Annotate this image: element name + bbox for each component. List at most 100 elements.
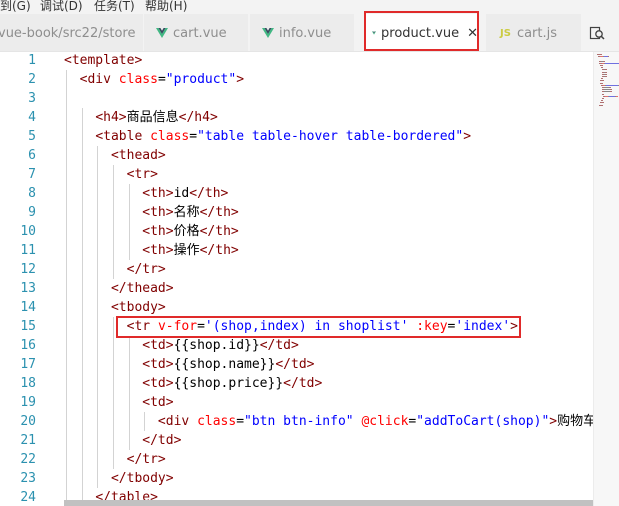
- code-token: =: [189, 129, 198, 144]
- line-number: 7: [28, 167, 36, 182]
- tab-info-vue[interactable]: info.vue: [250, 14, 355, 51]
- minimap-token: [602, 98, 605, 99]
- line-number: 10: [20, 224, 36, 239]
- code-token: >: [549, 414, 558, 429]
- tab-product-vue[interactable]: product.vue ✕: [364, 14, 478, 51]
- code-token: <div: [79, 72, 119, 87]
- menu-tasks[interactable]: 任务(T): [94, 0, 135, 13]
- code-line: <th>价格</th>: [64, 222, 239, 241]
- minimap[interactable]: [593, 52, 619, 506]
- line-number: 23: [20, 471, 36, 486]
- line-number: 6: [28, 148, 36, 163]
- tab-label: cart.vue: [173, 25, 227, 41]
- code-line: </thead>: [64, 279, 174, 298]
- horizontal-scrollbar[interactable]: [64, 500, 593, 506]
- code-token: id: [173, 186, 190, 201]
- line-number: 2: [28, 72, 36, 87]
- open-preview-button[interactable]: [585, 14, 609, 52]
- code-token: <td>: [142, 395, 174, 410]
- code-token: <tr: [126, 319, 158, 334]
- code-token: <template>: [64, 53, 143, 68]
- menu-debug[interactable]: 调试(D): [40, 0, 83, 13]
- code-token: =: [157, 72, 166, 87]
- code-line: <th>操作</th>: [64, 241, 238, 260]
- tab-label: product.vue: [381, 25, 460, 41]
- code-editor[interactable]: 1 2 3 4 5 6 7 8 9 10 11 12 13 14 15 16 17 18 19 20 21 22 23 24 …: [0, 52, 593, 506]
- code-token: >: [236, 72, 245, 87]
- line-number: 3: [28, 91, 36, 106]
- line-number: 19: [20, 395, 36, 410]
- code-token: </td>: [275, 357, 315, 372]
- code-token: :key: [416, 319, 448, 334]
- code-token: <table: [95, 129, 151, 144]
- code-token: 名称: [173, 205, 200, 220]
- code-token: <th>: [142, 205, 174, 220]
- code-line: <template>: [64, 52, 142, 70]
- code-token: =: [236, 414, 245, 429]
- code-token: <thead>: [110, 148, 166, 163]
- line-number: 17: [20, 357, 36, 372]
- line-number: 4: [28, 110, 36, 125]
- code-token: </tbody>: [110, 471, 174, 486]
- editor-tab-bar: vue-book/src22/store cart.vue info.vue p…: [0, 14, 619, 52]
- tab-cart-vue[interactable]: cart.vue: [144, 14, 249, 51]
- code-token: "btn btn-info": [244, 414, 354, 429]
- menu-help[interactable]: 帮助(H): [145, 0, 187, 13]
- minimap-token: [604, 76, 608, 77]
- line-number: 14: [20, 300, 36, 315]
- close-icon[interactable]: ✕: [467, 26, 478, 41]
- minimap-token: [607, 56, 609, 58]
- code-line: <th>id</th>: [64, 184, 228, 203]
- tab-store[interactable]: vue-book/src22/store: [0, 14, 144, 51]
- minimap-token: [601, 100, 604, 102]
- code-token: {{shop.price}}: [173, 376, 284, 391]
- minimap-token: [602, 60, 605, 62]
- code-token: </th>: [199, 224, 239, 239]
- code-line: <div class="btn btn-info" @click="addToC…: [64, 412, 593, 431]
- minimap-token: [602, 93, 604, 95]
- minimap-token: [609, 89, 612, 91]
- code-line: </td>: [64, 431, 181, 450]
- minimap-token: [610, 91, 613, 93]
- minimap-token: [597, 54, 602, 55]
- code-token: </tr>: [126, 262, 166, 277]
- code-token: <th>: [142, 243, 174, 258]
- tab-cart-js[interactable]: JS cart.js: [486, 14, 582, 51]
- minimap-token: [604, 69, 608, 71]
- line-number: 13: [20, 281, 36, 296]
- minimap-token: [600, 82, 604, 84]
- minimap-token: [604, 73, 608, 75]
- code-token: >: [510, 319, 518, 334]
- code-area[interactable]: <template> <div class="product"> <h4>商品信…: [64, 52, 593, 506]
- code-token: </td>: [142, 433, 182, 448]
- tab-label: vue-book/src22/store: [0, 25, 136, 41]
- code-token: <th>: [142, 186, 174, 201]
- minimap-token: [604, 71, 608, 73]
- code-token: 'index': [455, 319, 511, 334]
- code-line: <tbody>: [64, 298, 166, 317]
- code-token: </td>: [283, 376, 323, 391]
- preview-search-icon: [589, 26, 605, 40]
- vue-icon: [372, 31, 377, 35]
- code-token: </h4>: [178, 110, 218, 125]
- menu-goto[interactable]: 到(G): [0, 0, 31, 13]
- code-token: <tr>: [126, 167, 158, 182]
- code-token: "addToCart(shop)": [416, 414, 550, 429]
- code-line: <td>{{shop.price}}</td>: [64, 374, 322, 393]
